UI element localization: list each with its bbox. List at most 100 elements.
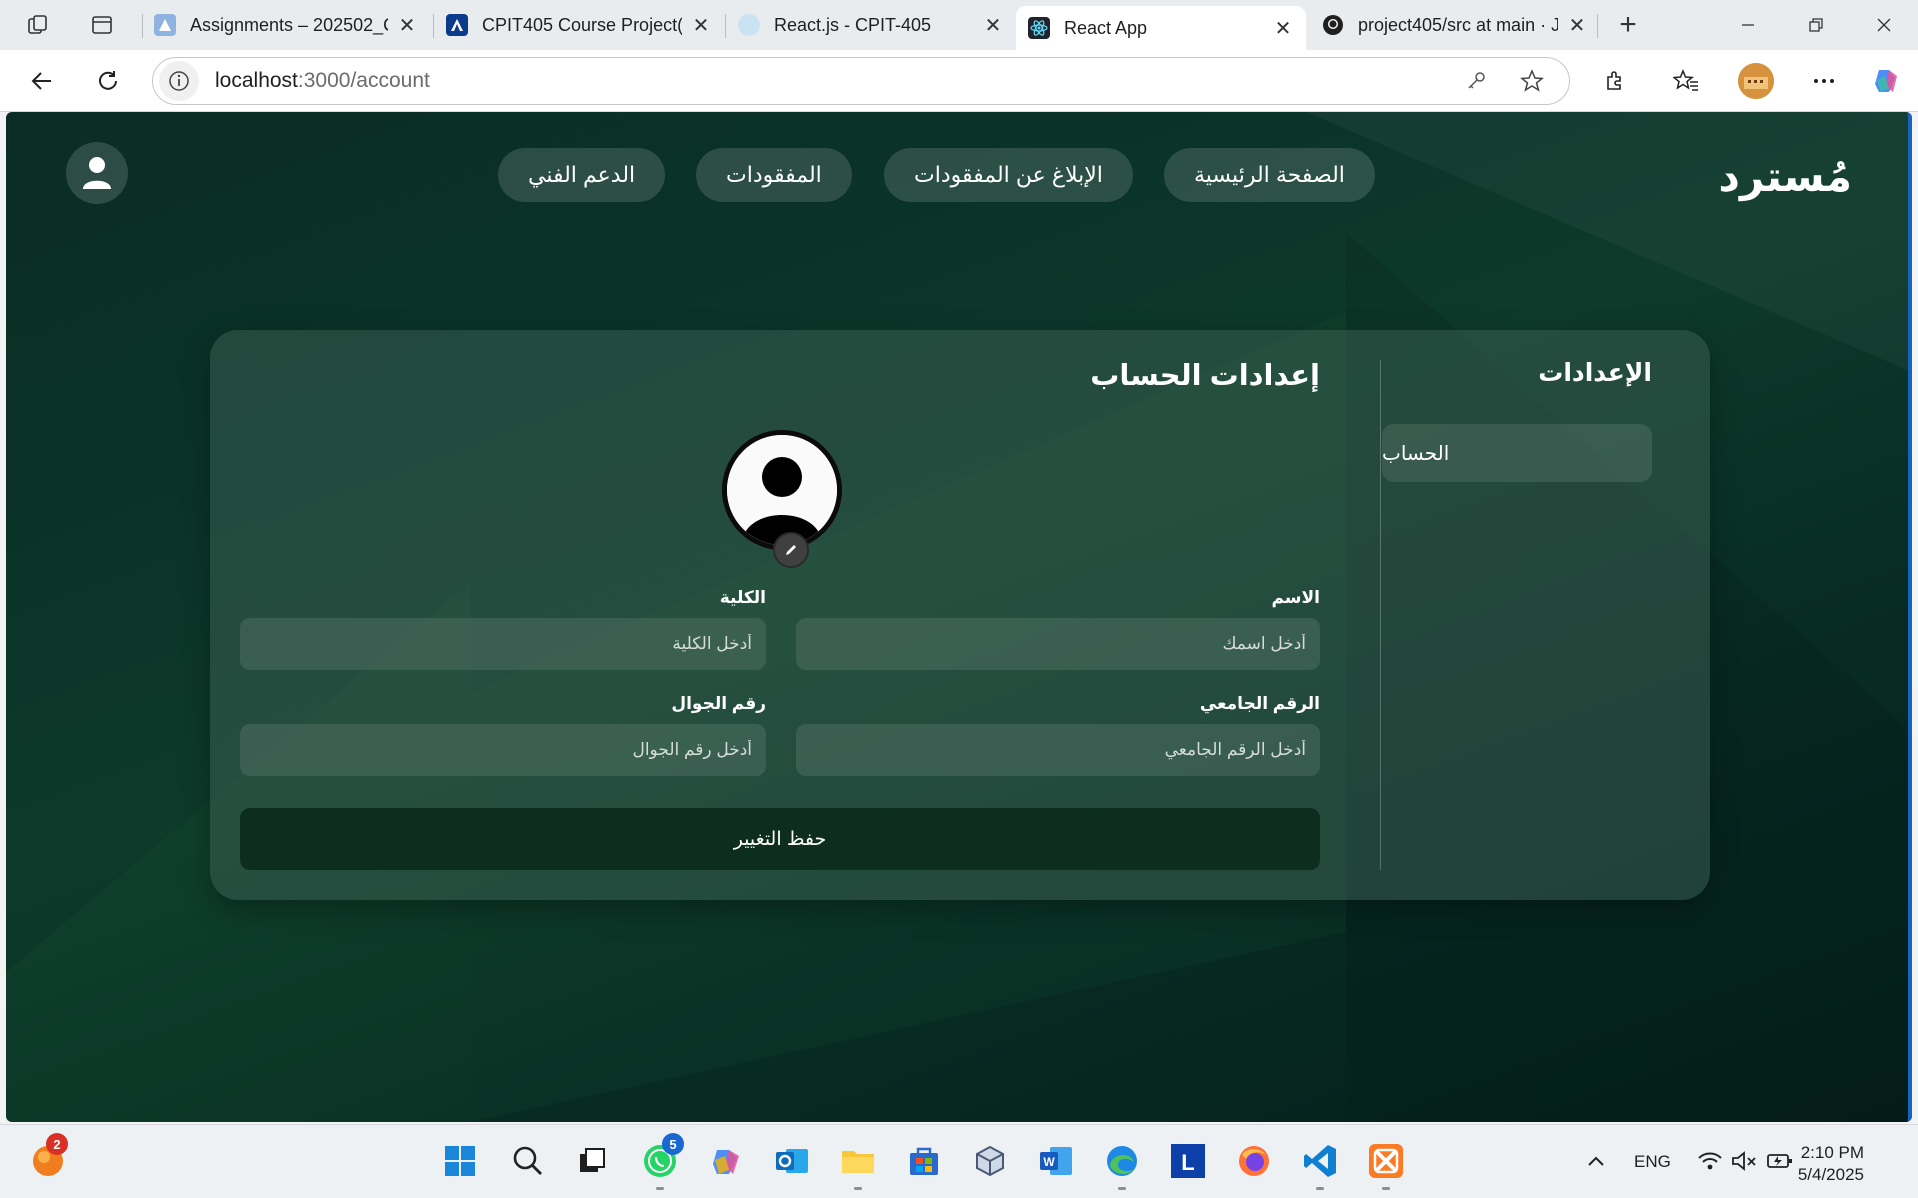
tab-title: React App xyxy=(1064,17,1148,38)
file-explorer-icon[interactable] xyxy=(836,1139,880,1183)
tab-github[interactable]: project405/src at main · J ✕ xyxy=(1310,6,1600,44)
default-avatar-icon xyxy=(727,435,837,545)
tab-separator xyxy=(1597,14,1598,38)
running-indicator xyxy=(656,1187,664,1190)
favorite-star-icon[interactable] xyxy=(1515,64,1549,98)
save-changes-button[interactable]: حفظ التغيير xyxy=(240,808,1320,870)
battery-charging-icon[interactable] xyxy=(1758,1139,1802,1183)
college-label: الكلية xyxy=(719,588,766,607)
url-text[interactable]: localhost:3000/account xyxy=(215,69,430,93)
settings-card: الإعدادات الحساب إعدادات الحساب الاسم ال… xyxy=(210,330,1710,900)
name-input[interactable] xyxy=(796,618,1320,670)
tab-react-course[interactable]: React.js - CPIT-405 ✕ xyxy=(726,6,1016,44)
viewport-edge xyxy=(1908,112,1912,1122)
student-id-label: الرقم الجامعي xyxy=(1199,694,1320,713)
back-arrow-icon[interactable] xyxy=(24,63,60,99)
outlook-icon[interactable] xyxy=(770,1139,814,1183)
notification-count-badge: 2 xyxy=(46,1133,68,1155)
close-icon[interactable]: ✕ xyxy=(982,13,1004,38)
restore-icon[interactable] xyxy=(1788,8,1844,42)
edit-photo-button[interactable] xyxy=(773,532,809,568)
address-bar[interactable]: localhost:3000/account xyxy=(152,57,1570,105)
nav-report-lost[interactable]: الإبلاغ عن المفقودات xyxy=(884,148,1133,202)
close-icon[interactable]: ✕ xyxy=(690,13,712,38)
new-tab-button[interactable]: + xyxy=(1610,8,1646,42)
running-indicator xyxy=(1316,1187,1324,1190)
close-icon[interactable]: ✕ xyxy=(1272,16,1294,41)
show-hidden-icons-chevron-icon[interactable] xyxy=(1574,1139,1618,1183)
xampp-icon[interactable] xyxy=(1364,1139,1408,1183)
reload-icon[interactable] xyxy=(90,63,126,99)
vscode-icon[interactable] xyxy=(1298,1139,1342,1183)
word-icon[interactable]: W xyxy=(1034,1139,1078,1183)
favorites-icon[interactable] xyxy=(1668,63,1704,99)
copilot-app-icon[interactable] xyxy=(704,1139,748,1183)
workspaces-icon[interactable] xyxy=(20,8,56,42)
user-account-button[interactable] xyxy=(66,142,128,204)
minimize-icon[interactable] xyxy=(1720,8,1776,42)
task-view-icon[interactable] xyxy=(570,1139,614,1183)
college-input[interactable] xyxy=(240,618,766,670)
tab-title: Assignments – 202502_C xyxy=(190,14,388,35)
sidebar-item-account[interactable]: الحساب xyxy=(1382,424,1652,482)
svg-text:L: L xyxy=(1181,1150,1194,1175)
firefox-icon[interactable] xyxy=(1232,1139,1276,1183)
tab-course-project[interactable]: CPIT405 Course Project(2 ✕ xyxy=(434,6,724,44)
microsoft-store-icon[interactable] xyxy=(902,1139,946,1183)
tab-title: project405/src at main · J xyxy=(1358,14,1558,35)
settings-heading: الإعدادات xyxy=(1538,359,1652,387)
tab-title: CPIT405 Course Project(2 xyxy=(482,14,682,35)
extensions-icon[interactable] xyxy=(1596,63,1632,99)
react-logo-icon xyxy=(1028,17,1050,39)
pencil-icon xyxy=(786,545,796,555)
clock-time: 2:10 PM xyxy=(1800,1143,1864,1162)
student-id-input[interactable] xyxy=(796,724,1320,776)
whatsapp-badge: 5 xyxy=(662,1133,684,1155)
edge-icon[interactable] xyxy=(1100,1139,1144,1183)
cube-app-icon[interactable] xyxy=(968,1139,1012,1183)
key-icon[interactable] xyxy=(1459,64,1493,98)
name-label: الاسم xyxy=(1271,588,1320,607)
profile-picture[interactable] xyxy=(722,430,842,550)
search-icon[interactable] xyxy=(506,1139,550,1183)
tab-actions-icon[interactable] xyxy=(84,8,120,42)
close-icon[interactable]: ✕ xyxy=(1566,13,1588,38)
windows-taskbar: 2 5 W L ENG 2:10 PM 5/4/2025 xyxy=(0,1124,1918,1198)
account-settings-title: إعدادات الحساب xyxy=(1090,360,1320,392)
profile-avatar-icon[interactable] xyxy=(1738,63,1774,99)
window-close-icon[interactable] xyxy=(1856,8,1912,42)
running-indicator xyxy=(1382,1187,1390,1190)
sidebar-divider xyxy=(1380,360,1381,870)
browser-toolbar: localhost:3000/account xyxy=(0,50,1918,112)
copilot-icon[interactable] xyxy=(1868,63,1904,99)
running-indicator xyxy=(1118,1187,1126,1190)
app-viewport: مُسترد الصفحة الرئيسية الإبلاغ عن المفقو… xyxy=(6,112,1912,1122)
app-logo[interactable]: مُسترد xyxy=(1718,152,1852,201)
clock-date: 5/4/2025 xyxy=(1797,1165,1864,1184)
site-info-icon[interactable] xyxy=(159,61,199,101)
nav-home[interactable]: الصفحة الرئيسية xyxy=(1164,148,1375,202)
clock[interactable]: 2:10 PM 5/4/2025 xyxy=(1798,1142,1864,1186)
tab-title: React.js - CPIT-405 xyxy=(774,14,932,35)
url-host: localhost xyxy=(215,69,298,92)
github-icon xyxy=(1322,14,1344,36)
windows-start-icon[interactable] xyxy=(438,1139,482,1183)
input-language[interactable]: ENG xyxy=(1634,1152,1671,1172)
svg-text:W: W xyxy=(1043,1155,1055,1169)
running-indicator xyxy=(854,1187,862,1190)
tab-assignments[interactable]: Assignments – 202502_C ✕ xyxy=(142,6,430,44)
react-course-favicon-icon xyxy=(738,14,760,36)
course-project-favicon-icon xyxy=(446,14,468,36)
user-icon xyxy=(83,157,111,189)
phone-input[interactable] xyxy=(240,724,766,776)
l-app-icon[interactable]: L xyxy=(1166,1139,1210,1183)
nav-support[interactable]: الدعم الفني xyxy=(498,148,666,202)
close-icon[interactable]: ✕ xyxy=(396,13,418,38)
tab-react-app[interactable]: React App ✕ xyxy=(1016,6,1306,50)
assignments-favicon-icon xyxy=(154,14,176,36)
url-path: :3000/account xyxy=(297,69,430,92)
nav-lost-items[interactable]: المفقودات xyxy=(696,148,852,202)
phone-label: رقم الجوال xyxy=(671,694,766,713)
browser-tab-strip: Assignments – 202502_C ✕ CPIT405 Course … xyxy=(0,0,1918,50)
more-menu-icon[interactable] xyxy=(1806,63,1842,99)
